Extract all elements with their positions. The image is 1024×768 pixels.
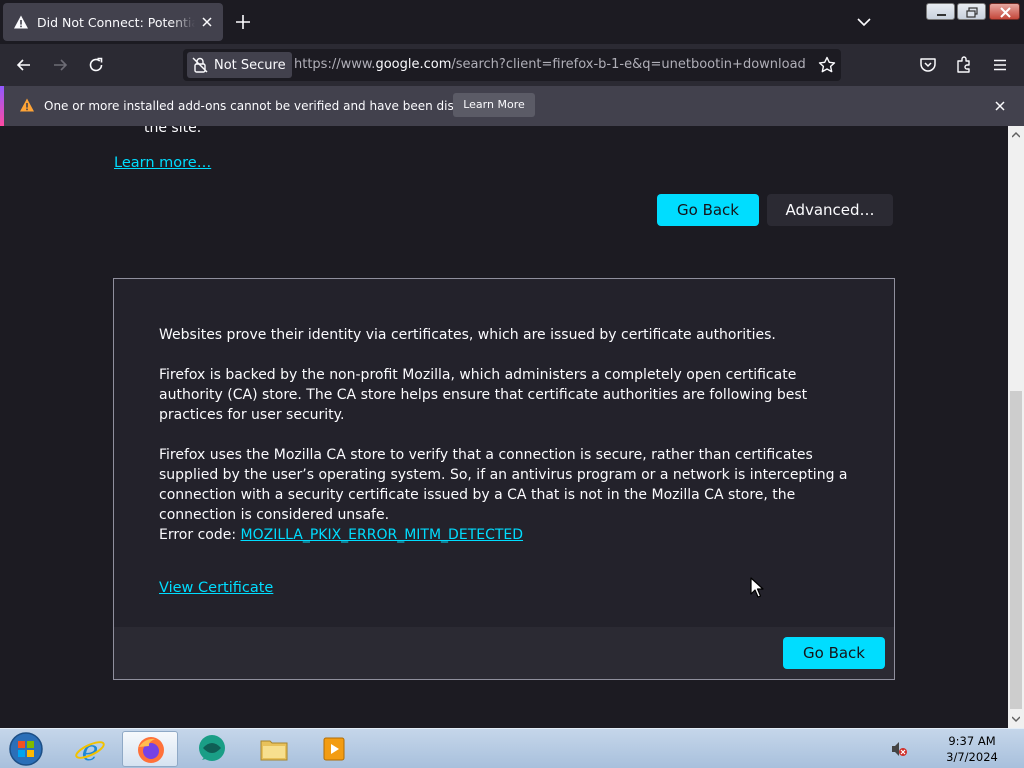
error-code-link[interactable]: MOZILLA_PKIX_ERROR_MITM_DETECTED bbox=[241, 527, 524, 543]
scroll-up-icon[interactable] bbox=[1012, 131, 1020, 139]
advanced-button[interactable]: Advanced… bbox=[767, 194, 893, 226]
clock-time: 9:37 AM bbox=[948, 734, 996, 748]
navigation-toolbar: Not Secure https://www.google.com/search… bbox=[0, 44, 1024, 86]
menu-icon[interactable] bbox=[990, 55, 1010, 75]
learn-more-link[interactable]: Learn more… bbox=[114, 155, 211, 171]
insecure-lock-icon bbox=[192, 57, 208, 73]
system-clock[interactable]: 9:37 AM 3/7/2024 bbox=[930, 733, 1014, 765]
panel-paragraph-1: Websites prove their identity via certif… bbox=[159, 327, 776, 343]
page-content: the site. Learn more… Go Back Advanced… … bbox=[0, 126, 1008, 728]
extensions-icon[interactable] bbox=[954, 55, 974, 75]
tab-active[interactable]: Did Not Connect: Potential Security Issu… bbox=[3, 3, 223, 41]
go-back-button[interactable]: Go Back bbox=[657, 194, 759, 226]
scrollbar-thumb[interactable] bbox=[1010, 391, 1022, 709]
start-button-icon[interactable] bbox=[6, 731, 46, 767]
chat-app-taskbar-item[interactable] bbox=[184, 731, 240, 767]
mouse-cursor-icon bbox=[750, 577, 764, 598]
url-bar[interactable]: Not Secure https://www.google.com/search… bbox=[183, 49, 841, 81]
firefox-icon bbox=[138, 737, 164, 763]
tab-title: Did Not Connect: Potential Security Issu… bbox=[37, 14, 195, 30]
error-code-label: Error code: bbox=[159, 527, 241, 543]
volume-muted-icon[interactable] bbox=[890, 741, 908, 757]
window-close-button[interactable] bbox=[989, 3, 1020, 20]
vertical-scrollbar[interactable] bbox=[1008, 126, 1024, 728]
url-text[interactable]: https://www.google.com/search?client=fir… bbox=[294, 57, 806, 72]
minimize-button[interactable] bbox=[926, 3, 955, 20]
svg-text:e: e bbox=[82, 734, 99, 764]
learn-more-button[interactable]: Learn More bbox=[453, 93, 535, 117]
tab-close-icon[interactable] bbox=[199, 14, 215, 30]
file-explorer-taskbar-item[interactable] bbox=[246, 731, 302, 767]
truncated-paragraph: the site. bbox=[144, 126, 202, 136]
clock-date: 3/7/2024 bbox=[946, 750, 998, 764]
list-all-tabs-icon[interactable] bbox=[856, 14, 872, 30]
panel-paragraph-3: Firefox uses the Mozilla CA store to ver… bbox=[159, 447, 848, 523]
media-player-icon bbox=[323, 737, 345, 761]
site-identity-button[interactable]: Not Secure bbox=[187, 52, 292, 78]
internet-explorer-icon: e bbox=[75, 734, 105, 764]
pocket-icon[interactable] bbox=[918, 55, 938, 75]
media-player-taskbar-item[interactable] bbox=[306, 731, 362, 767]
internet-explorer-taskbar-item[interactable]: e bbox=[62, 731, 118, 767]
folder-icon bbox=[260, 740, 288, 761]
firefox-taskbar-item[interactable] bbox=[122, 731, 178, 767]
warning-icon bbox=[14, 15, 28, 29]
panel-footer: Go Back bbox=[114, 627, 894, 679]
notification-message: One or more installed add-ons cannot be … bbox=[44, 99, 491, 113]
not-secure-label: Not Secure bbox=[214, 57, 286, 73]
go-back-button-bottom[interactable]: Go Back bbox=[783, 637, 885, 669]
taskbar: e 9:37 AM 3/7/2024 bbox=[0, 728, 1024, 768]
advanced-panel: Websites prove their identity via certif… bbox=[113, 278, 895, 680]
error-code-line: Error code: MOZILLA_PKIX_ERROR_MITM_DETE… bbox=[159, 525, 859, 545]
restore-button[interactable] bbox=[957, 3, 986, 20]
panel-paragraph-2: Firefox is backed by the non-profit Mozi… bbox=[159, 367, 808, 423]
new-tab-icon[interactable] bbox=[233, 12, 253, 32]
chat-bubble-icon bbox=[199, 735, 225, 761]
notification-close-icon[interactable] bbox=[992, 98, 1008, 114]
forward-icon[interactable] bbox=[50, 55, 70, 75]
reload-icon[interactable] bbox=[86, 55, 106, 75]
addon-notification-bar: One or more installed add-ons cannot be … bbox=[0, 86, 1024, 126]
bookmark-star-icon[interactable] bbox=[817, 55, 837, 75]
tab-strip: Did Not Connect: Potential Security Issu… bbox=[0, 0, 1024, 44]
scroll-down-icon[interactable] bbox=[1012, 715, 1020, 723]
back-icon[interactable] bbox=[14, 55, 34, 75]
view-certificate-link[interactable]: View Certificate bbox=[159, 580, 273, 596]
warning-icon bbox=[20, 98, 34, 112]
